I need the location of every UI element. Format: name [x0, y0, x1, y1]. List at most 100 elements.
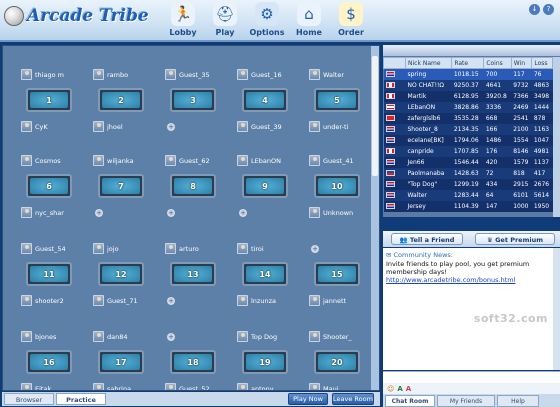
font-icon[interactable]: A — [397, 385, 402, 393]
pool-table[interactable]: Guest_62 +8 — [165, 154, 231, 234]
seat-top[interactable]: + — [165, 330, 231, 343]
seat-bot[interactable]: + — [165, 294, 231, 307]
column-header[interactable]: Win — [510, 57, 533, 69]
pool-table[interactable]: Guest_54 shooter2 11 — [21, 242, 87, 322]
pool-table[interactable]: jojo Guest_71 12 — [93, 242, 159, 322]
seat-top[interactable]: wiljanka — [93, 154, 159, 167]
pool-table[interactable]: LEbanON +9 — [237, 154, 303, 234]
player-row[interactable]: LEbanON 3828.86 3336 2469 1444 — [383, 101, 553, 113]
join-seat-icon[interactable]: + — [167, 122, 175, 131]
seat-bot[interactable]: antony — [237, 382, 303, 390]
smiley-icon[interactable]: ☺ — [387, 385, 394, 393]
pool-table[interactable]: Cosmos nyc_shar 6 — [21, 154, 87, 234]
player-row[interactable]: Shooter_8 2134.35 166 2100 1163 — [383, 123, 553, 135]
download-icon[interactable]: ↓ — [529, 4, 540, 15]
seat-top[interactable]: bjones — [21, 330, 87, 343]
pool-table[interactable]: Walter under-ti 5 — [309, 68, 375, 148]
pool-table[interactable]: wiljanka +7 — [93, 154, 159, 234]
seat-bot[interactable]: + — [237, 206, 303, 219]
tab-my-friends[interactable]: My Friends — [437, 395, 495, 407]
tab-browser[interactable]: Browser — [4, 393, 54, 405]
seat-top[interactable]: arturo — [165, 242, 231, 255]
player-row[interactable]: ecelane[BK] 1794.06 1486 1554 1047 — [383, 134, 553, 146]
tell-a-friend-button[interactable]: 👥 Tell a Friend — [391, 233, 463, 245]
seat-bot[interactable]: jannett — [309, 294, 375, 307]
pool-table[interactable]: Shooter_ Maui 20 — [309, 330, 375, 390]
seat-bot[interactable]: Maui — [309, 382, 375, 390]
seat-top[interactable]: Guest_16 — [237, 68, 303, 81]
news-link[interactable]: http://www.arcadetribe.com/bonus.html — [386, 276, 557, 284]
seat-bot[interactable]: sabrina — [93, 382, 159, 390]
play-now-button[interactable]: Play Now — [288, 393, 328, 405]
seat-top[interactable]: LEbanON — [237, 154, 303, 167]
tab-help[interactable]: Help — [497, 395, 539, 407]
player-row[interactable]: Paolmanaba 1428.63 72 818 417 — [383, 167, 553, 179]
seat-bot[interactable]: jhoel — [93, 120, 159, 133]
seat-top[interactable]: jojo — [93, 242, 159, 255]
seat-top[interactable]: Guest_41 — [309, 154, 375, 167]
seat-top[interactable]: Guest_35 — [165, 68, 231, 81]
seat-bot[interactable]: + — [93, 206, 159, 219]
player-row[interactable]: Martik 6128.95 3920.8 7366 3498 — [383, 90, 553, 102]
seat-top[interactable]: Cosmos — [21, 154, 87, 167]
player-row[interactable]: Jersey 1104.39 147 1000 1950 — [383, 200, 553, 212]
color-icon[interactable]: A — [406, 385, 411, 393]
seat-bot[interactable]: Guest_52 — [165, 382, 231, 390]
join-seat-icon[interactable]: + — [167, 208, 175, 217]
seat-top[interactable]: thiago m — [21, 68, 87, 81]
tab-practice[interactable]: Practice — [56, 393, 106, 405]
seat-bot[interactable]: lnzunza — [237, 294, 303, 307]
pool-table[interactable]: arturo +13 — [165, 242, 231, 322]
join-seat-icon[interactable]: + — [167, 332, 175, 341]
seat-top[interactable]: Guest_54 — [21, 242, 87, 255]
nav-order-button[interactable]: $ Order — [326, 2, 376, 40]
seat-bot[interactable]: shooter2 — [21, 294, 87, 307]
player-row[interactable]: "Top Dog" 1299.19 434 2915 2676 — [383, 178, 553, 190]
seat-bot[interactable]: Unknown — [309, 206, 375, 219]
player-row[interactable]: Walter 1283.44 64 6101 5614 — [383, 189, 553, 201]
pool-table[interactable]: rambo jhoel 2 — [93, 68, 159, 148]
join-seat-icon[interactable]: + — [95, 208, 103, 217]
seat-top[interactable]: tiroi — [237, 242, 303, 255]
seat-bot[interactable]: + — [165, 120, 231, 133]
column-header[interactable]: Rate — [451, 57, 485, 69]
pool-table[interactable]: Guest_16 Guest_39 4 — [237, 68, 303, 148]
seat-bot[interactable]: + — [165, 206, 231, 219]
column-header[interactable]: Loss — [531, 57, 553, 69]
seat-bot[interactable]: nyc_shar — [21, 206, 87, 219]
join-seat-icon[interactable]: + — [311, 244, 319, 253]
player-row[interactable]: Jen66 1546.44 420 1579 1137 — [383, 156, 553, 168]
lobby-scrollbar[interactable] — [371, 46, 379, 390]
seat-top[interactable]: Top Dog — [237, 330, 303, 343]
seat-bot[interactable]: Guest_71 — [93, 294, 159, 307]
join-seat-icon[interactable]: + — [167, 296, 175, 305]
seat-bot[interactable]: Eitak — [21, 382, 87, 390]
seat-top[interactable]: rambo — [93, 68, 159, 81]
help-icon[interactable]: ? — [543, 4, 554, 15]
pool-table[interactable]: tiroi lnzunza 14 — [237, 242, 303, 322]
seat-top[interactable]: Shooter_ — [309, 330, 375, 343]
seat-bot[interactable]: CyK — [21, 120, 87, 133]
join-seat-icon[interactable]: + — [239, 208, 247, 217]
news-scrollbar[interactable] — [553, 248, 560, 370]
player-row[interactable]: spring 1018.15 700 117 76 — [383, 68, 553, 80]
pool-table[interactable]: Guest_41 Unknown 10 — [309, 154, 375, 234]
leave-room-button[interactable]: Leave Room — [332, 393, 374, 405]
pool-table[interactable]: Guest_35 +3 — [165, 68, 231, 148]
seat-top[interactable]: dan84 — [93, 330, 159, 343]
pool-table[interactable]: + Guest_52 18 — [165, 330, 231, 390]
pool-table[interactable]: thiago m CyK 1 — [21, 68, 87, 148]
seat-bot[interactable]: Guest_39 — [237, 120, 303, 133]
pool-table[interactable]: bjones Eitak 16 — [21, 330, 87, 390]
chat-input[interactable] — [383, 371, 560, 383]
pool-table[interactable]: Top Dog antony 19 — [237, 330, 303, 390]
column-header[interactable]: Nick Name — [404, 57, 453, 69]
column-header[interactable]: Coins — [483, 57, 512, 69]
flag-column-header[interactable] — [383, 57, 406, 69]
seat-top[interactable]: Guest_62 — [165, 154, 231, 167]
pool-table[interactable]: + jannett 15 — [309, 242, 375, 322]
get-premium-button[interactable]: ♛ Get Premium — [475, 233, 555, 245]
scroll-thumb[interactable] — [372, 56, 378, 176]
seat-top[interactable]: Walter — [309, 68, 375, 81]
seat-top[interactable]: + — [309, 242, 375, 255]
